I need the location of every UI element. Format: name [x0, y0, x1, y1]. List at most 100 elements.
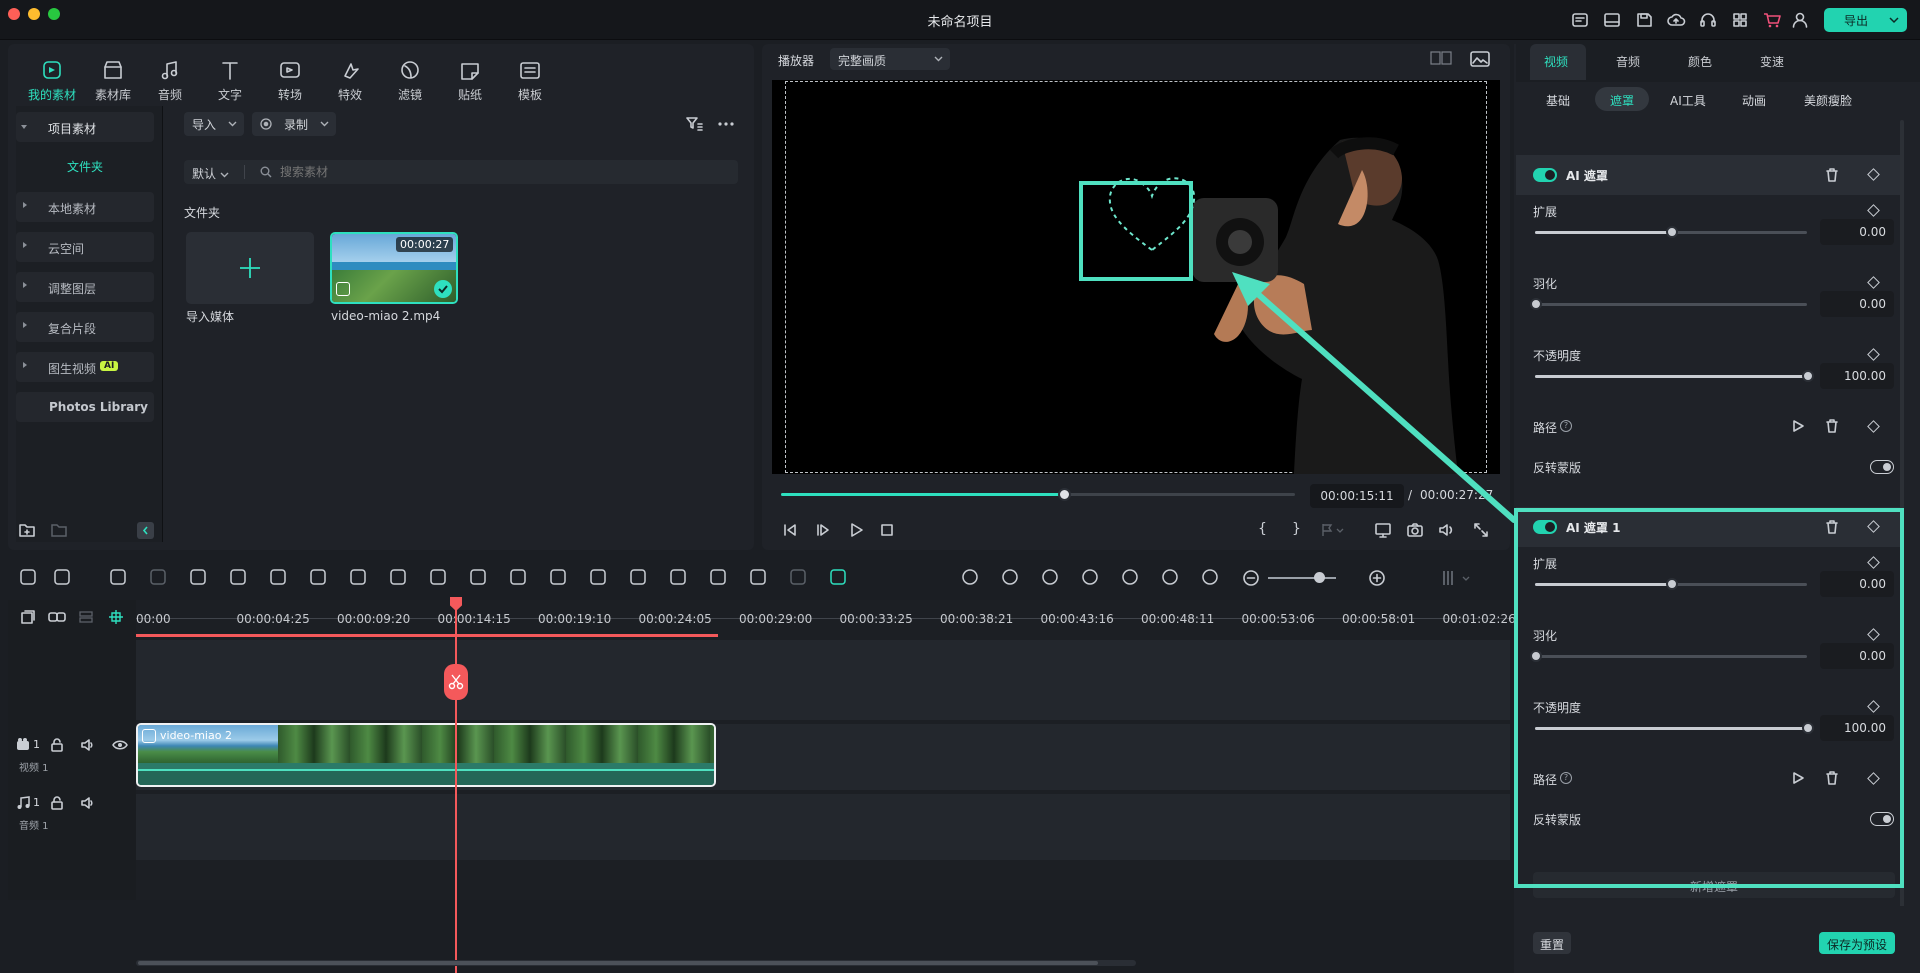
- feather-slider[interactable]: [1535, 303, 1807, 306]
- search-input[interactable]: [280, 163, 720, 181]
- visibility-icon[interactable]: [112, 738, 128, 752]
- cloud-upload-icon[interactable]: [1666, 10, 1686, 30]
- subtitle-icon[interactable]: [1120, 567, 1140, 587]
- folder-icon[interactable]: [50, 522, 68, 538]
- tab-my-media[interactable]: 我的素材: [28, 58, 76, 103]
- stabilize-icon[interactable]: [788, 567, 808, 587]
- track-layout-icon[interactable]: [78, 609, 94, 625]
- tab-text[interactable]: 文字: [206, 58, 254, 103]
- multi-select-icon[interactable]: [18, 567, 38, 587]
- opacity-slider-knob[interactable]: [1802, 370, 1814, 382]
- shape-icon[interactable]: [348, 567, 368, 587]
- tab-filter[interactable]: 滤镜: [386, 58, 434, 103]
- account-icon[interactable]: [1790, 10, 1810, 30]
- tab-video[interactable]: 视频: [1544, 53, 1568, 70]
- playhead-line[interactable]: [455, 600, 457, 973]
- image-icon[interactable]: [1470, 50, 1490, 68]
- tab-effects[interactable]: 特效: [326, 58, 374, 103]
- subtab-animation[interactable]: 动画: [1742, 92, 1766, 109]
- subtab-ai-tools[interactable]: AI工具: [1670, 92, 1706, 109]
- help-icon[interactable]: ?: [1560, 420, 1572, 432]
- save-preset-button[interactable]: 保存为预设: [1819, 932, 1895, 954]
- zoom-slider[interactable]: [1268, 577, 1336, 579]
- more-icon[interactable]: [716, 114, 736, 134]
- delete-path-icon[interactable]: [1824, 418, 1840, 434]
- subtab-mask[interactable]: 遮罩: [1610, 92, 1634, 109]
- timeline-scroll-thumb[interactable]: [138, 961, 1098, 965]
- zoom-out-icon[interactable]: [1242, 569, 1260, 587]
- import-button[interactable]: 导入: [184, 112, 244, 136]
- sidebar-item-local[interactable]: 本地素材: [16, 192, 154, 222]
- collapse-sidebar-button[interactable]: [137, 522, 154, 539]
- shield-icon[interactable]: [1040, 567, 1060, 587]
- quality-dropdown[interactable]: 完整画质: [830, 48, 950, 70]
- add-track-icon[interactable]: [20, 609, 36, 625]
- feather-value[interactable]: 0.00: [1820, 291, 1894, 317]
- auto-ai-icon[interactable]: [1000, 567, 1020, 587]
- layout-icon[interactable]: [1602, 10, 1622, 30]
- mute-icon[interactable]: [81, 738, 95, 752]
- edit-icon[interactable]: [668, 567, 688, 587]
- sidebar-project-media[interactable]: 项目素材: [16, 112, 154, 142]
- color-match-icon[interactable]: [588, 567, 608, 587]
- invert-mask-toggle[interactable]: [1870, 460, 1894, 474]
- export-button[interactable]: 导出: [1824, 8, 1907, 32]
- layout-options-icon[interactable]: [1440, 569, 1474, 587]
- delete-icon[interactable]: [188, 567, 208, 587]
- link-clips-icon[interactable]: [828, 567, 848, 587]
- sidebar-item-compound[interactable]: 复合片段: [16, 312, 154, 342]
- play-path-icon[interactable]: [1791, 419, 1805, 433]
- timeline-clip[interactable]: video-miao 2: [136, 723, 716, 787]
- new-folder-icon[interactable]: [18, 522, 36, 538]
- link-icon[interactable]: [48, 609, 66, 625]
- sidebar-item-image-to-video[interactable]: 图生视频 AI: [16, 352, 154, 382]
- timer-icon[interactable]: [708, 567, 728, 587]
- subtab-basic[interactable]: 基础: [1546, 92, 1570, 109]
- ai-tool-icon[interactable]: [428, 567, 448, 587]
- tab-audio[interactable]: 音频: [1616, 53, 1640, 70]
- snapshot-tool-icon[interactable]: [748, 567, 768, 587]
- speed-icon[interactable]: [548, 567, 568, 587]
- pointer-icon[interactable]: [52, 567, 72, 587]
- feedback-icon[interactable]: [1570, 10, 1590, 30]
- mask-enable-toggle[interactable]: [1533, 168, 1557, 182]
- sidebar-item-cloud[interactable]: 云空间: [16, 232, 154, 262]
- expand-slider-knob[interactable]: [1666, 226, 1678, 238]
- lock-icon[interactable]: [50, 796, 64, 810]
- expand-value[interactable]: 0.00: [1820, 219, 1894, 245]
- opacity-value[interactable]: 100.00: [1820, 363, 1894, 389]
- sort-dropdown[interactable]: 默认: [192, 165, 229, 182]
- mask-tool-icon[interactable]: [388, 567, 408, 587]
- sidebar-photos-library[interactable]: Photos Library: [16, 392, 154, 422]
- apps-grid-icon[interactable]: [1730, 10, 1750, 30]
- filter-icon[interactable]: [684, 114, 704, 134]
- sidebar-item-adjustment[interactable]: 调整图层: [16, 272, 154, 302]
- sidebar-folder[interactable]: 文件夹: [16, 158, 154, 175]
- tab-speed[interactable]: 变速: [1760, 53, 1784, 70]
- tab-sticker[interactable]: 贴纸: [446, 58, 494, 103]
- ai-clip-icon[interactable]: [1160, 567, 1180, 587]
- prev-frame-icon[interactable]: [782, 522, 798, 538]
- keyframe-icon[interactable]: [508, 567, 528, 587]
- ai-effect-icon[interactable]: [628, 567, 648, 587]
- reset-button[interactable]: 重置: [1533, 932, 1571, 954]
- mute-icon[interactable]: [81, 796, 95, 810]
- record-button[interactable]: 录制: [252, 112, 336, 136]
- stretch-icon[interactable]: [1200, 567, 1220, 587]
- tab-color[interactable]: 颜色: [1688, 53, 1712, 70]
- play-icon[interactable]: [848, 522, 864, 538]
- cut-icon[interactable]: [228, 567, 248, 587]
- cart-icon[interactable]: [1762, 10, 1782, 30]
- media-clip-thumbnail[interactable]: 00:00:27: [330, 232, 458, 304]
- grid-view-icon[interactable]: [1430, 50, 1452, 66]
- replace-icon[interactable]: [468, 567, 488, 587]
- subtab-beauty[interactable]: 美颜瘦脸: [1804, 92, 1852, 109]
- tab-transition[interactable]: 转场: [266, 58, 314, 103]
- mic-icon[interactable]: [1080, 567, 1100, 587]
- zoom-in-icon[interactable]: [1368, 569, 1386, 587]
- audio-detect-icon[interactable]: [960, 567, 980, 587]
- redo-icon[interactable]: [148, 567, 168, 587]
- tab-template[interactable]: 模板: [506, 58, 554, 103]
- undo-icon[interactable]: [108, 567, 128, 587]
- split-button[interactable]: [444, 664, 468, 700]
